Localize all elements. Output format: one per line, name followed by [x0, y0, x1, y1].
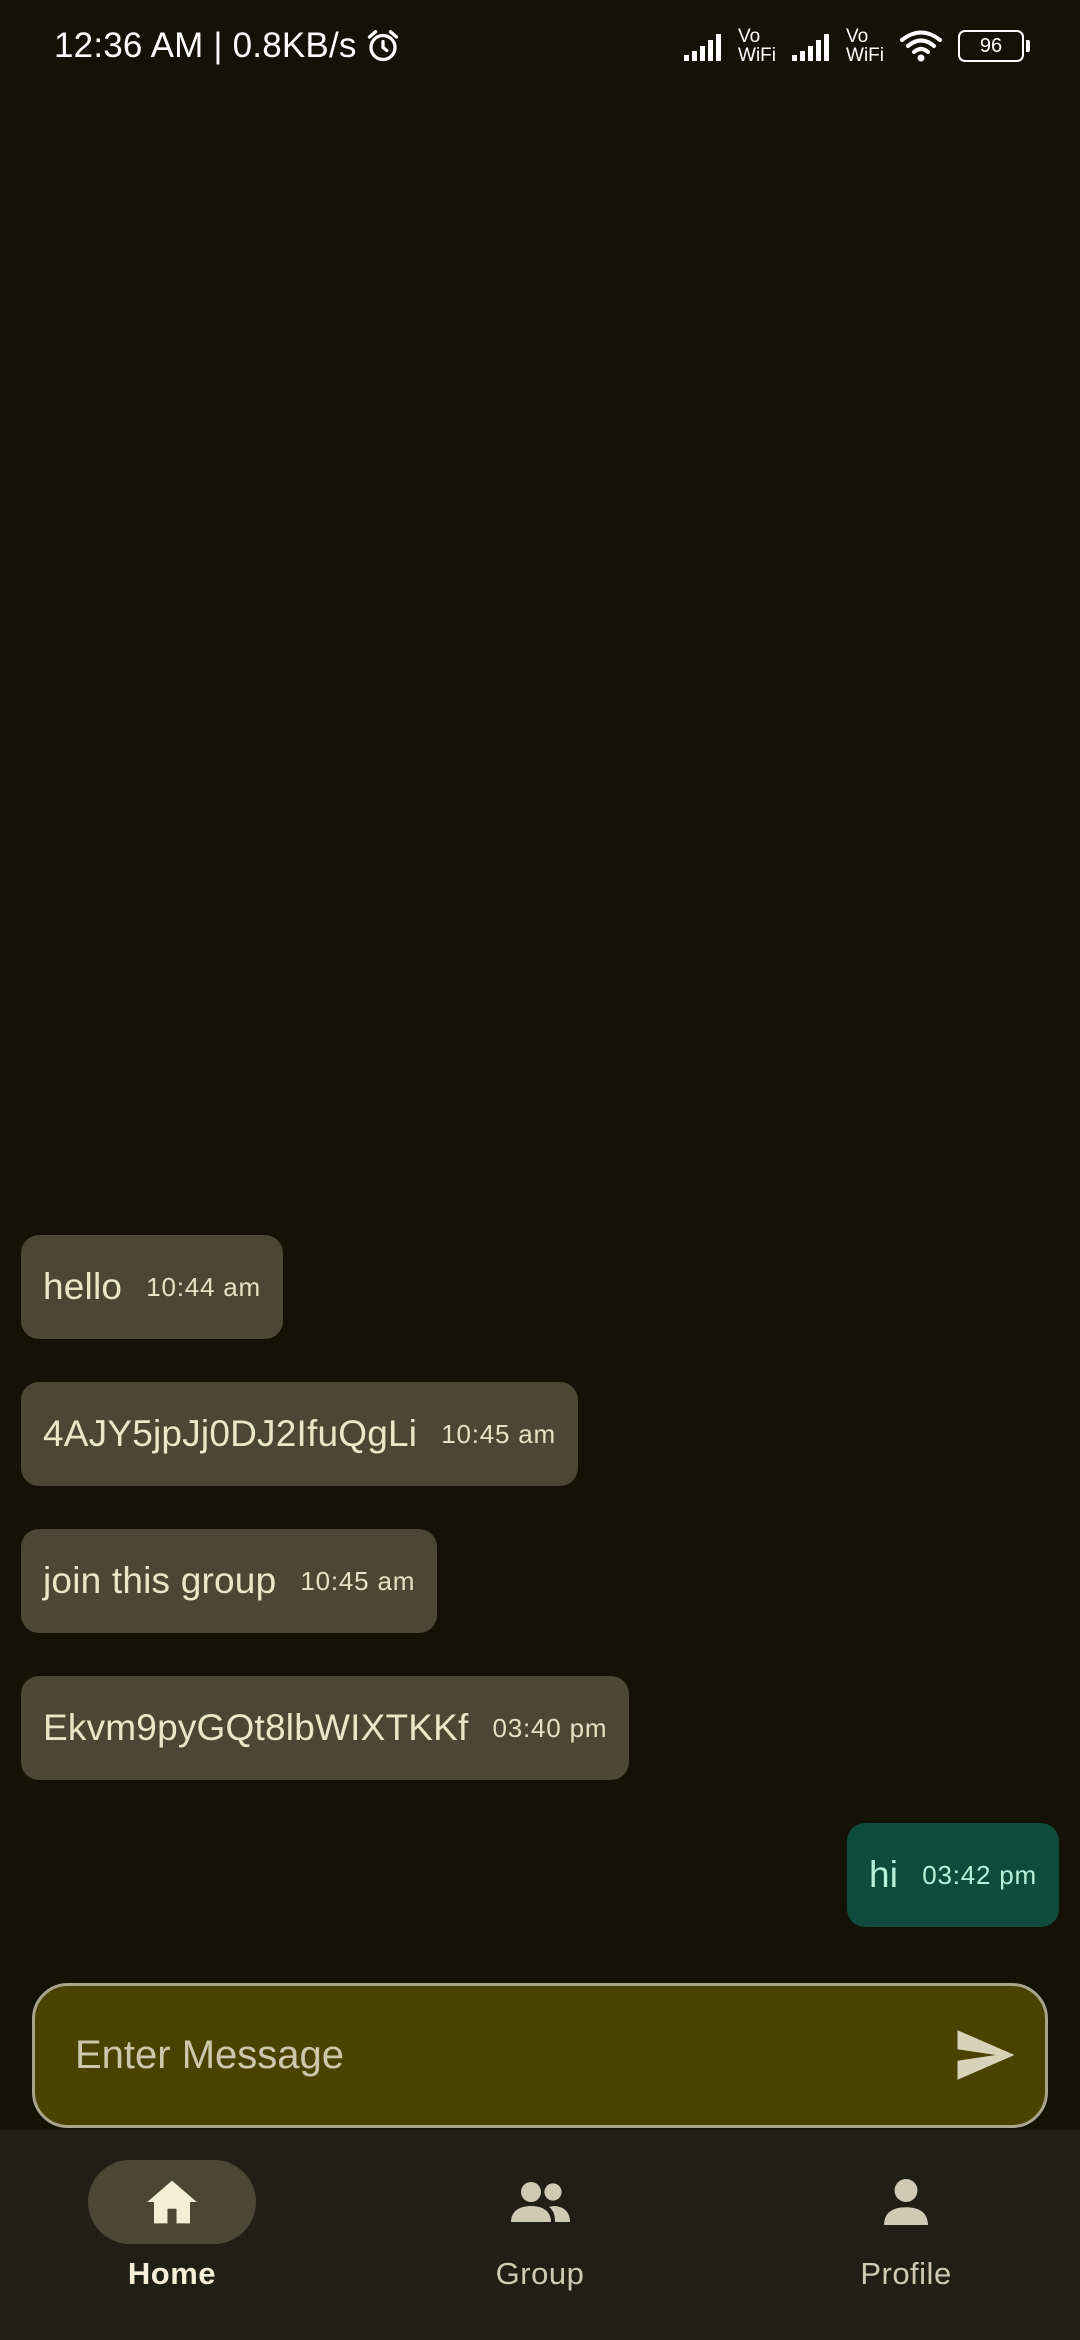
vowifi-bottom: WiFi [738, 45, 777, 66]
wifi-icon [900, 30, 942, 62]
message-text: hi [868, 1854, 899, 1895]
vowifi-indicator: Vo WiFi [738, 27, 776, 65]
vowifi-indicator: Vo WiFi [846, 27, 884, 65]
message-time: 10:45 am [441, 1418, 557, 1449]
signal-icon [792, 34, 830, 61]
status-time-speed: 12:36 AM | 0.8KB/s [54, 26, 357, 65]
person-icon [884, 2179, 928, 2225]
battery-indicator: 96 [958, 30, 1030, 62]
nav-icon-container [456, 2160, 624, 2244]
vowifi-bottom: WiFi [846, 45, 884, 66]
message-composer [32, 1983, 1048, 2128]
message-bubble-incoming[interactable]: hello 10:44 am [21, 1235, 283, 1339]
message-text: 4AJY5jpJj0DJ2IfuQgLi [43, 1413, 418, 1454]
message-bubble-incoming[interactable]: 4AJY5jpJj0DJ2IfuQgLi 10:45 am [21, 1382, 579, 1486]
status-left: 12:36 AM | 0.8KB/s [54, 22, 401, 70]
message-text: hello [43, 1266, 123, 1307]
message-text: Ekvm9pyGQt8lbWIXTKKf [43, 1707, 469, 1748]
message-text: join this group [43, 1560, 277, 1601]
nav-item-home[interactable]: Home [52, 2160, 292, 2310]
send-button[interactable] [953, 2022, 1019, 2088]
alarm-icon [367, 30, 398, 62]
nav-icon-container [822, 2160, 990, 2244]
nav-active-indicator [88, 2160, 256, 2244]
status-right: Vo WiFi Vo WiFi 96 [684, 24, 1030, 68]
message-time: 03:42 pm [922, 1859, 1037, 1890]
vowifi-top: Vo [846, 26, 869, 47]
message-bubble-outgoing[interactable]: hi 03:42 pm [846, 1823, 1059, 1927]
group-icon [511, 2182, 570, 2222]
message-time: 03:40 pm [492, 1712, 608, 1743]
message-bubble-incoming[interactable]: join this group 10:45 am [21, 1529, 438, 1633]
chat-messages[interactable]: hello 10:44 am 4AJY5jpJj0DJ2IfuQgLi 10:4… [0, 92, 1080, 1982]
nav-label: Profile [860, 2256, 952, 2291]
battery-level: 96 [979, 34, 1003, 57]
nav-label: Home [127, 2256, 217, 2291]
message-time: 10:44 am [146, 1271, 261, 1302]
message-bubble-incoming[interactable]: Ekvm9pyGQt8lbWIXTKKf 03:40 pm [21, 1676, 630, 1780]
status-bar: 12:36 AM | 0.8KB/s Vo WiFi Vo WiFi 96 [0, 0, 1080, 92]
send-icon [957, 2030, 1015, 2080]
nav-item-group[interactable]: Group [420, 2160, 660, 2310]
message-time: 10:45 am [300, 1565, 416, 1596]
signal-icon [684, 34, 722, 61]
bottom-navigation: Home Group Profile [0, 2130, 1080, 2340]
nav-item-profile[interactable]: Profile [786, 2160, 1026, 2310]
home-icon [147, 2180, 197, 2224]
nav-label: Group [495, 2256, 585, 2291]
message-input[interactable] [75, 1986, 935, 2125]
vowifi-top: Vo [738, 26, 761, 47]
